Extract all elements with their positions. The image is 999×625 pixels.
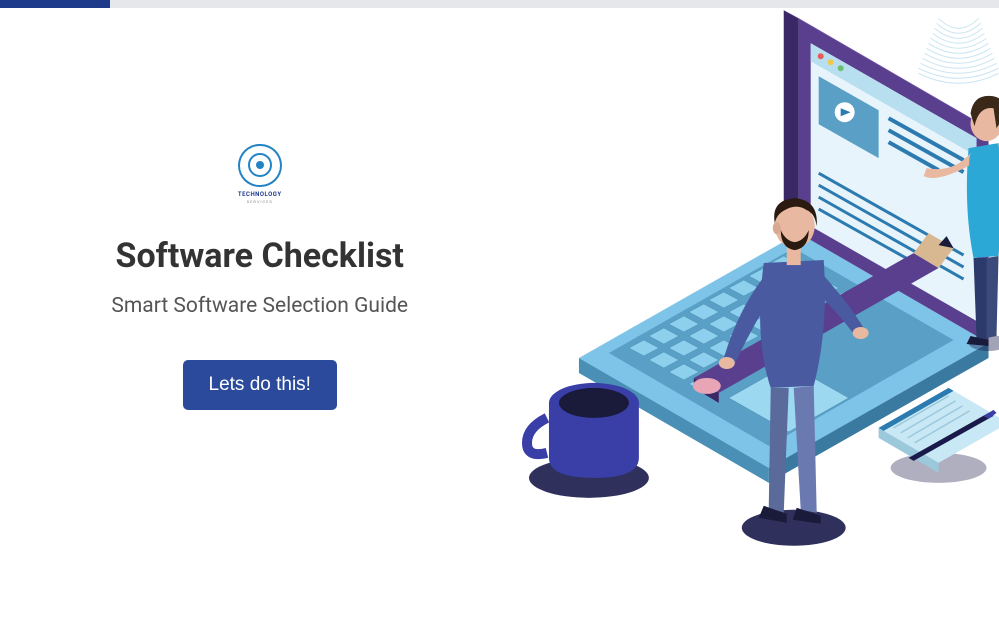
page-title: Software Checklist: [116, 236, 404, 276]
page-subtitle: Smart Software Selection Guide: [111, 294, 408, 318]
hero-illustration-column: [519, 8, 999, 625]
main-content: TECHNOLOGY SERVICES Software Checklist S…: [0, 8, 999, 625]
cta-button[interactable]: Lets do this!: [183, 360, 337, 410]
logo-tagline: SERVICES: [247, 199, 273, 204]
progress-bar: [0, 0, 999, 8]
progress-fill: [0, 0, 110, 8]
laptop-illustration-icon: [519, 8, 999, 625]
hero-text-column: TECHNOLOGY SERVICES Software Checklist S…: [0, 8, 519, 625]
logo-circle-icon: [238, 144, 282, 188]
logo: TECHNOLOGY SERVICES: [230, 144, 290, 204]
logo-name: TECHNOLOGY: [238, 191, 282, 198]
